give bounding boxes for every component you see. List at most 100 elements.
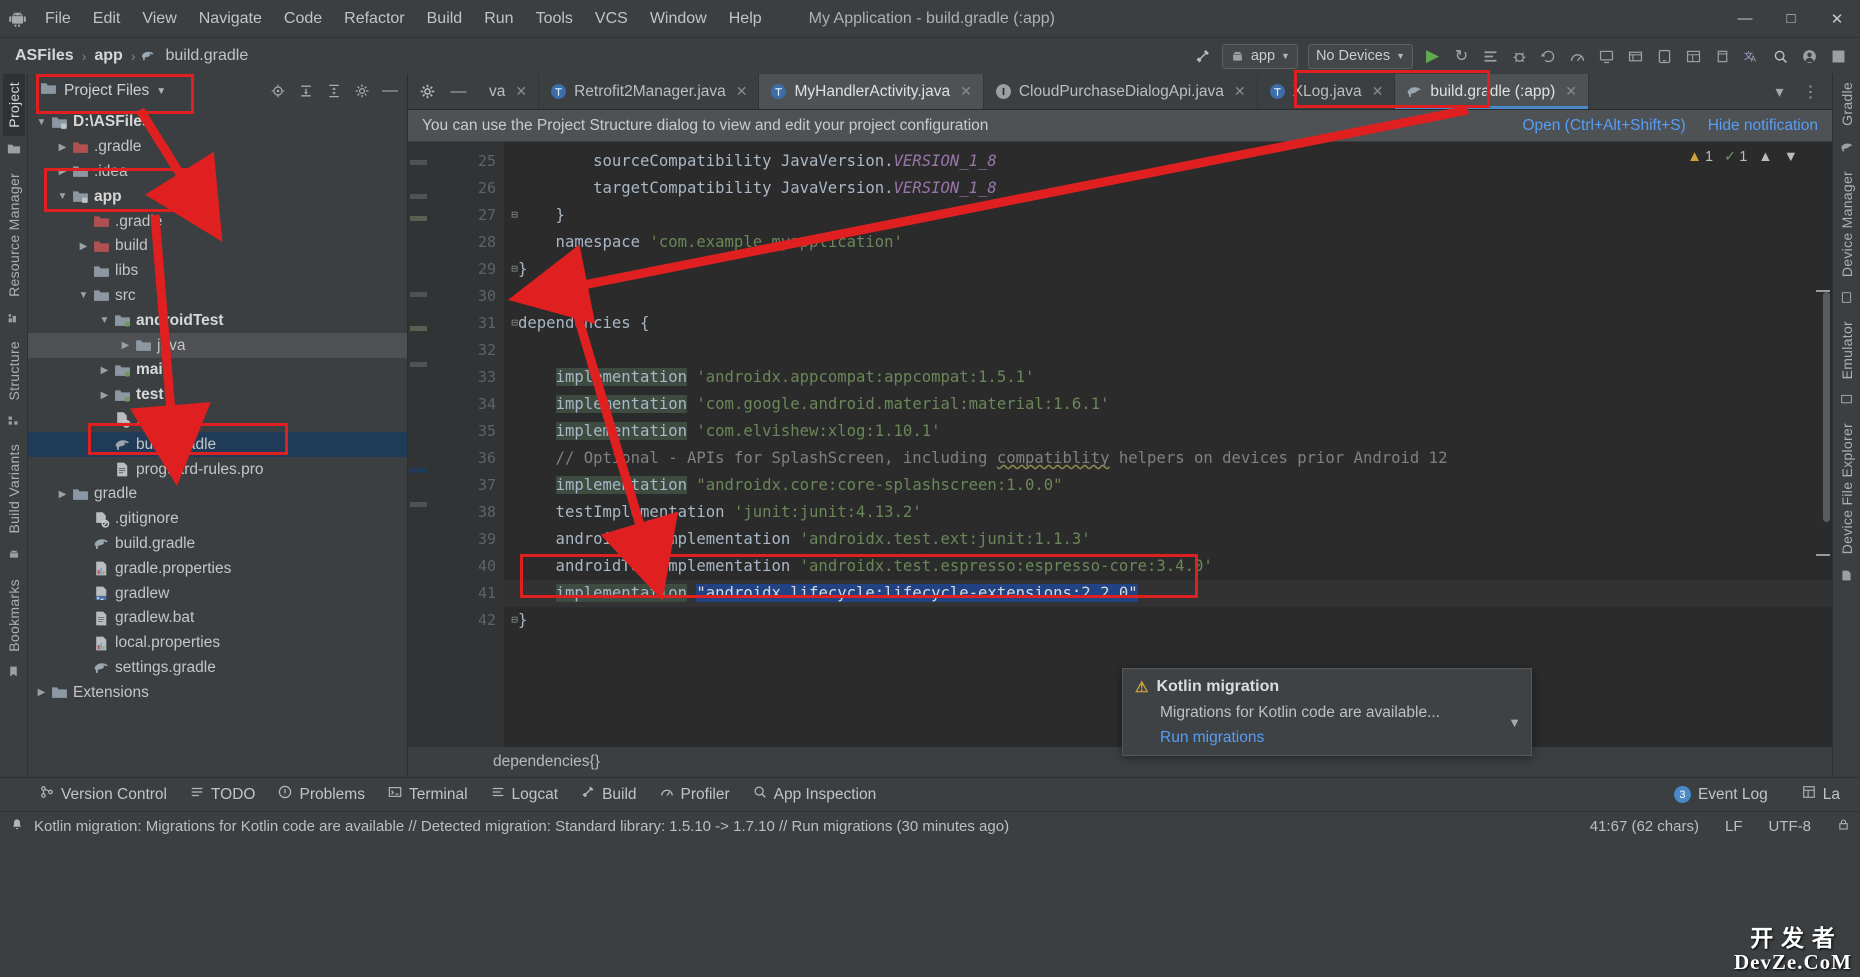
breadcrumb-build-gradle[interactable]: build.gradle bbox=[162, 46, 251, 66]
expand-all-icon[interactable] bbox=[293, 79, 319, 103]
tree-node[interactable]: ▶ .gradle bbox=[28, 135, 407, 160]
code-line[interactable]: androidTestImplementation 'androidx.test… bbox=[504, 526, 1832, 553]
tree-node[interactable]: ▶ gradle bbox=[28, 482, 407, 507]
inspection-warning[interactable]: ▲ 1 bbox=[1687, 148, 1713, 165]
tree-node[interactable]: ▼ src bbox=[28, 284, 407, 309]
menu-help[interactable]: Help bbox=[718, 6, 773, 32]
chevron-down-icon[interactable]: ▼ bbox=[1784, 149, 1798, 165]
menu-run[interactable]: Run bbox=[473, 6, 524, 32]
code-editor[interactable]: 25 26 27 ⊟ 28 29 ⊟ 30 31 ⊟ 32 33 34 35 36 37 38 39 40 41 42 ⊟… bbox=[408, 142, 1832, 747]
code-line[interactable]: implementation "androidx.core:core-splas… bbox=[504, 472, 1832, 499]
gear-icon[interactable] bbox=[349, 79, 375, 103]
tree-node[interactable]: ▼ androidTest bbox=[28, 308, 407, 333]
bell-icon[interactable] bbox=[10, 818, 24, 836]
run-configuration-selector[interactable]: app ▼ bbox=[1221, 43, 1298, 69]
tool-window-terminal[interactable]: Terminal bbox=[378, 782, 478, 807]
breadcrumb-asfiles[interactable]: ASFiles bbox=[12, 46, 77, 66]
close-icon[interactable]: ✕ bbox=[736, 83, 748, 100]
code-line[interactable]: androidTestImplementation 'androidx.test… bbox=[504, 553, 1832, 580]
hide-icon[interactable]: — bbox=[377, 79, 403, 103]
line-number[interactable]: 31 ⊟ bbox=[430, 310, 518, 337]
sidebar-tab-project[interactable]: Project bbox=[2, 74, 25, 136]
chevron-right-icon[interactable]: ▶ bbox=[34, 687, 49, 698]
editor-tab-myhandleractivity[interactable]: MyHandlerActivity.java ✕ bbox=[759, 74, 984, 109]
lock-icon[interactable] bbox=[1837, 818, 1850, 835]
sidebar-tab-emulator[interactable]: Emulator bbox=[1836, 313, 1858, 387]
chevron-down-icon[interactable]: ▼ bbox=[76, 290, 91, 301]
menu-build[interactable]: Build bbox=[416, 6, 474, 32]
code-line[interactable]: testImplementation 'junit:junit:4.13.2' bbox=[504, 499, 1832, 526]
collapse-all-icon[interactable] bbox=[321, 79, 347, 103]
line-number[interactable]: 40 bbox=[430, 553, 504, 580]
chevron-down-icon[interactable]: ▼ bbox=[97, 315, 112, 326]
chevron-right-icon[interactable]: ▶ bbox=[55, 142, 70, 153]
editor-tab-retrofit2manager[interactable]: Retrofit2Manager.java ✕ bbox=[539, 74, 760, 109]
tree-node[interactable]: ▶ java bbox=[28, 333, 407, 358]
menu-file[interactable]: File bbox=[34, 6, 82, 32]
hide-icon[interactable]: — bbox=[445, 79, 472, 105]
profile-icon[interactable] bbox=[1564, 43, 1591, 69]
line-number[interactable]: 42 ⊟ bbox=[430, 607, 518, 634]
sidebar-tab-structure[interactable]: Structure bbox=[3, 333, 25, 409]
tree-node[interactable]: libs bbox=[28, 259, 407, 284]
line-number[interactable]: 28 bbox=[430, 229, 504, 256]
code-line[interactable]: namespace 'com.example.myapplication' bbox=[504, 229, 1832, 256]
tree-node[interactable]: .gradle bbox=[28, 209, 407, 234]
tree-node[interactable]: ▶ build bbox=[28, 234, 407, 259]
sidebar-tab-device-file-explorer[interactable]: Device File Explorer bbox=[1836, 415, 1858, 562]
tool-window-profiler[interactable]: Profiler bbox=[650, 782, 740, 807]
close-icon[interactable]: ✕ bbox=[1814, 0, 1860, 38]
editor-tab-truncated[interactable]: va ✕ bbox=[478, 74, 540, 109]
tree-node[interactable]: build.gradle bbox=[28, 432, 407, 458]
project-file-tree[interactable]: ▼ D:\ASFiles ▶ .gradle ▶ .idea ▼ app .gradle ▶ bui… bbox=[28, 108, 407, 777]
code-line[interactable]: } bbox=[504, 607, 1832, 634]
chevron-right-icon[interactable]: ▶ bbox=[55, 166, 70, 177]
editor-tab-build-gradle[interactable]: build.gradle (:app) ✕ bbox=[1395, 74, 1590, 109]
line-number[interactable]: 39 bbox=[430, 526, 504, 553]
tool-window-problems[interactable]: Problems bbox=[268, 782, 374, 807]
code-line[interactable] bbox=[504, 337, 1832, 364]
code-line[interactable]: sourceCompatibility JavaVersion.VERSION_… bbox=[504, 148, 1832, 175]
maximize-icon[interactable]: □ bbox=[1768, 0, 1814, 38]
tree-node[interactable]: gradlew bbox=[28, 581, 407, 606]
menu-refactor[interactable]: Refactor bbox=[333, 6, 415, 32]
menu-vcs[interactable]: VCS bbox=[584, 6, 639, 32]
debug-icon[interactable] bbox=[1506, 43, 1533, 69]
inspection-widget[interactable]: ▲ 1 ✓ 1 ▲ ▼ bbox=[1687, 148, 1798, 165]
tree-node[interactable]: build.gradle bbox=[28, 532, 407, 557]
close-icon[interactable]: ✕ bbox=[1372, 83, 1384, 100]
close-icon[interactable]: ✕ bbox=[960, 83, 972, 100]
tool-window-build[interactable]: Build bbox=[571, 782, 646, 807]
editor-vertical-scrollbar[interactable] bbox=[1821, 142, 1832, 747]
tree-node[interactable]: ▶ Extensions bbox=[28, 680, 407, 705]
tree-node[interactable]: proguard-rules.pro bbox=[28, 457, 407, 482]
open-project-structure-link[interactable]: Open (Ctrl+Alt+Shift+S) bbox=[1522, 117, 1685, 135]
tree-node[interactable]: .gitignore bbox=[28, 408, 407, 433]
line-number[interactable]: 36 bbox=[430, 445, 504, 472]
chevron-right-icon[interactable]: ▶ bbox=[76, 241, 91, 252]
apply-code-changes-icon[interactable] bbox=[1535, 43, 1562, 69]
code-line[interactable] bbox=[504, 283, 1832, 310]
menu-tools[interactable]: Tools bbox=[525, 6, 584, 32]
code-line[interactable]: implementation 'androidx.appcompat:appco… bbox=[504, 364, 1832, 391]
editor-tab-cloudpurchasedialogapi[interactable]: CloudPurchaseDialogApi.java ✕ bbox=[984, 74, 1258, 109]
tool-window-logcat[interactable]: Logcat bbox=[481, 782, 569, 807]
chevron-down-icon[interactable]: ▼ bbox=[55, 191, 70, 202]
line-number[interactable]: 33 bbox=[430, 364, 504, 391]
tree-node[interactable]: ▼ app bbox=[28, 184, 407, 209]
sdk-manager-icon[interactable] bbox=[1622, 43, 1649, 69]
line-number[interactable]: 30 bbox=[430, 283, 504, 310]
tool-window-layout-inspector[interactable]: La bbox=[1792, 782, 1850, 807]
menu-window[interactable]: Window bbox=[639, 6, 718, 32]
sidebar-tab-build-variants[interactable]: Build Variants bbox=[3, 436, 25, 542]
account-icon[interactable] bbox=[1796, 43, 1823, 69]
line-number[interactable]: 29 ⊟ bbox=[430, 256, 518, 283]
sidebar-tab-gradle[interactable]: Gradle bbox=[1836, 74, 1858, 134]
settings-square-icon[interactable] bbox=[1825, 43, 1852, 69]
tool-window-version-control[interactable]: Version Control bbox=[30, 782, 177, 807]
line-number[interactable]: 25 bbox=[430, 148, 504, 175]
tool-window-todo[interactable]: TODO bbox=[180, 782, 266, 807]
tool-window-event-log[interactable]: 3 Event Log bbox=[1664, 783, 1778, 807]
line-number[interactable]: 38 bbox=[430, 499, 504, 526]
file-encoding[interactable]: UTF-8 bbox=[1769, 818, 1812, 835]
